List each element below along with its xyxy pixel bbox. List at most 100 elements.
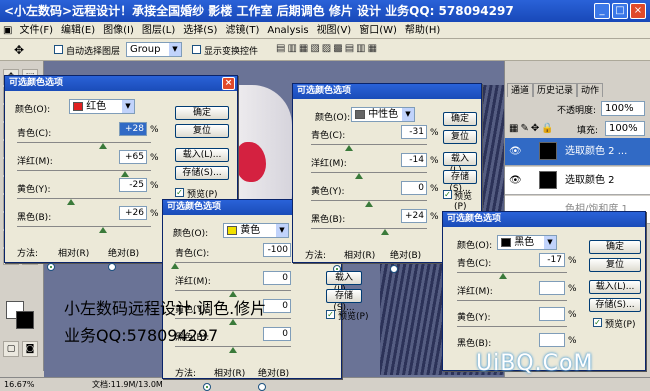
ok-button[interactable]: 确定 [443,112,477,126]
layer-row[interactable]: 👁 选取颜色 2 [505,167,650,195]
quickmask-off-icon[interactable]: ▢ [3,341,19,357]
dialog-close-button[interactable]: × [222,77,235,90]
preview-checkbox[interactable] [175,188,184,197]
black-slider[interactable] [311,228,427,229]
menu-select[interactable]: 选择(S) [179,22,221,38]
preview-checkbox[interactable] [443,190,452,199]
menu-help[interactable]: 帮助(H) [401,22,444,38]
magenta-slider[interactable] [457,300,567,301]
magenta-slider-knob[interactable] [121,171,129,177]
move-tool-icon[interactable]: ✥ [14,43,24,57]
background-color-swatch[interactable] [16,311,34,329]
black-slider[interactable] [17,226,151,227]
cyan-slider-knob[interactable] [345,145,353,151]
magenta-input[interactable] [539,281,565,295]
menu-layer[interactable]: 图层(L) [138,22,179,38]
colors-select[interactable]: 中性色 ▼ [351,107,415,122]
menu-view[interactable]: 视图(V) [313,22,356,38]
load-button[interactable]: 载入(L)... [175,148,229,162]
cyan-slider[interactable] [17,142,151,143]
reset-button[interactable]: 复位 [175,124,229,138]
tab-history[interactable]: 历史记录 [533,83,578,97]
yellow-input[interactable] [539,307,565,321]
black-input[interactable] [539,333,565,347]
tab-channels[interactable]: 通道 [507,83,534,97]
yellow-slider-knob[interactable] [365,201,373,207]
yellow-slider-knob[interactable] [67,199,75,205]
black-slider-knob[interactable] [229,347,237,353]
menu-file[interactable]: 文件(F) [15,22,57,38]
cyan-input[interactable]: +28 [119,122,147,136]
zoom-level[interactable]: 16.67% [4,378,35,391]
yellow-input[interactable]: 0 [263,299,291,313]
black-slider-knob[interactable] [99,227,107,233]
cyan-input[interactable]: -31 [401,125,427,139]
save-button[interactable]: 存储(S)... [443,170,477,194]
menu-analysis[interactable]: Analysis [263,22,312,38]
group-select[interactable]: Group ▼ [126,42,182,57]
menu-image[interactable]: 图像(I) [99,22,138,38]
fill-input[interactable]: 100% [605,121,645,136]
lock-icons[interactable]: ▦✎✥🔒 [509,123,556,134]
cyan-slider[interactable] [457,272,567,273]
save-button[interactable]: 存储(S)... [326,289,362,313]
minimize-button[interactable]: _ [594,3,610,19]
reset-button[interactable]: 复位 [443,130,477,144]
eye-icon[interactable]: 👁 [509,138,522,166]
maximize-button[interactable]: □ [612,3,628,19]
magenta-slider-knob[interactable] [355,173,363,179]
ok-button[interactable]: 确定 [175,106,229,120]
load-button[interactable]: 载入(L)... [326,271,362,295]
yellow-slider[interactable] [457,326,567,327]
reset-button[interactable]: 复位 [589,258,641,272]
black-input[interactable]: +26 [119,206,147,220]
colors-select-value: 黄色 [240,225,261,236]
menu-window[interactable]: 窗口(W) [355,22,401,38]
magenta-slider[interactable] [311,172,427,173]
close-button[interactable]: × [630,3,646,19]
save-button[interactable]: 存储(S)... [175,166,229,180]
cyan-slider[interactable] [175,262,291,263]
cyan-slider[interactable] [311,144,427,145]
cyan-input[interactable]: -17 [539,253,565,267]
load-button[interactable]: 载入(L)... [443,152,477,176]
magenta-input[interactable]: +65 [119,150,147,164]
colors-select[interactable]: 黑色 ▼ [497,235,557,250]
layer-row[interactable]: 👁 选取颜色 2 ... [505,138,650,166]
ok-button[interactable]: 确定 [589,240,641,254]
tab-actions[interactable]: 动作 [577,83,604,97]
cyan-slider-knob[interactable] [171,263,179,269]
cyan-input[interactable]: -100 [263,243,291,257]
cyan-slider-knob[interactable] [499,273,507,279]
yellow-input[interactable]: 0 [401,181,427,195]
yellow-slider[interactable] [17,198,151,199]
yellow-input[interactable]: -25 [119,178,147,192]
yellow-slider-knob[interactable] [229,319,237,325]
colors-select[interactable]: 红色 ▼ [69,99,135,114]
align-icons[interactable]: ▤▥▦▧▨▩▤▥▦ [276,43,379,54]
opacity-input[interactable]: 100% [601,101,645,116]
quickmask-on-icon[interactable]: ◙ [22,341,38,357]
relative-label: 相对(R) [214,369,246,379]
black-slider-knob[interactable] [381,229,389,235]
show-transform-checkbox[interactable] [192,45,201,54]
save-button[interactable]: 存储(S)... [589,298,641,312]
auto-select-checkbox[interactable] [54,45,63,54]
cyan-slider-knob[interactable] [99,143,107,149]
preview-checkbox[interactable] [326,310,335,319]
magenta-input[interactable]: -14 [401,153,427,167]
menu-filter[interactable]: 滤镜(T) [221,22,263,38]
layer-mask-thumbnail [539,142,557,160]
colors-select[interactable]: 黄色 ▼ [223,223,289,238]
menu-edit[interactable]: 编辑(E) [57,22,99,38]
pct-label: % [568,284,577,294]
magenta-slider[interactable] [17,170,151,171]
load-button[interactable]: 载入(L)... [589,280,641,294]
preview-checkbox[interactable] [593,318,602,327]
relative-radio[interactable] [47,263,55,271]
eye-icon[interactable]: 👁 [509,167,522,195]
black-input[interactable]: 0 [263,327,291,341]
black-input[interactable]: +24 [401,209,427,223]
relative-label: 相对(R) [58,249,90,259]
magenta-input[interactable]: 0 [263,271,291,285]
